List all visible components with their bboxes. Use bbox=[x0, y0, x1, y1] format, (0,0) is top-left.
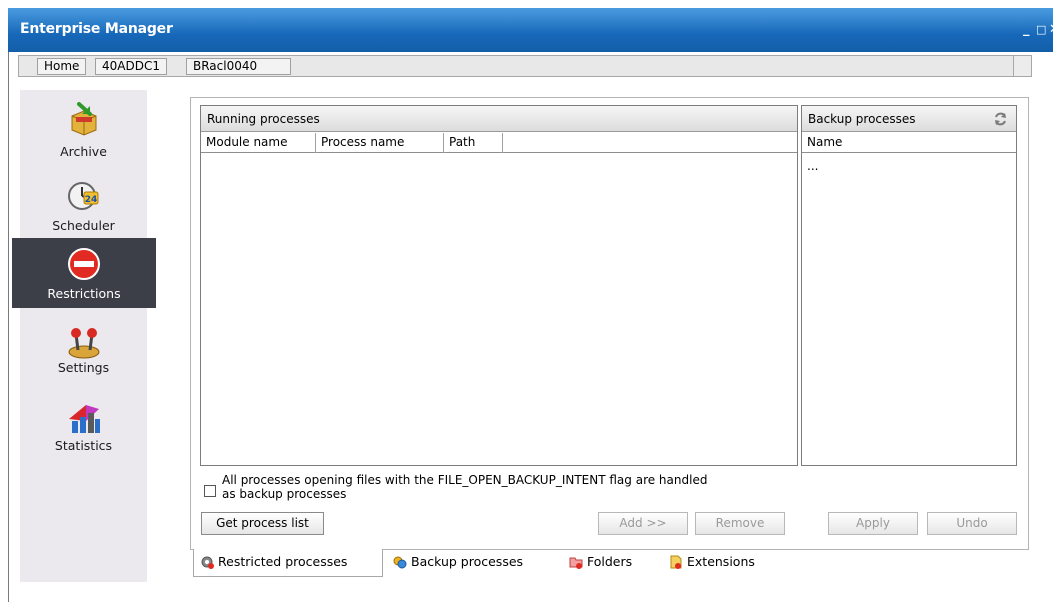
column-process-name[interactable]: Process name bbox=[316, 133, 444, 153]
backup-processes-icon bbox=[393, 556, 407, 569]
list-item[interactable]: ... bbox=[807, 159, 818, 173]
backup-processes-title: Backup processes bbox=[808, 112, 916, 126]
add-button[interactable]: Add >> bbox=[598, 512, 688, 535]
get-process-list-button[interactable]: Get process list bbox=[201, 512, 324, 535]
restrictions-content: Running processes Module name Process na… bbox=[190, 97, 1029, 550]
sidebar: Archive 24 Scheduler Restrictions Settin… bbox=[12, 90, 156, 582]
extensions-icon bbox=[670, 555, 682, 569]
tab-backup-processes[interactable]: Backup processes bbox=[387, 549, 557, 577]
archive-box-icon bbox=[71, 102, 96, 136]
sidebar-item-restrictions[interactable]: Restrictions bbox=[12, 238, 156, 308]
backup-intent-label-line1: All processes opening files with the FIL… bbox=[222, 473, 708, 487]
close-button[interactable]: ✕ bbox=[1049, 22, 1053, 37]
svg-text:24: 24 bbox=[84, 195, 97, 205]
backup-intent-label: All processes opening files with the FIL… bbox=[222, 473, 742, 501]
tab-label: Extensions bbox=[687, 554, 755, 569]
backup-intent-label-line2: as backup processes bbox=[222, 487, 347, 501]
window-titlebar: Enterprise Manager _ □ ✕ bbox=[8, 8, 1053, 52]
sidebar-item-archive[interactable]: Archive bbox=[20, 98, 147, 162]
column-name[interactable]: Name bbox=[802, 133, 1016, 153]
no-entry-icon bbox=[68, 248, 100, 280]
sidebar-item-statistics[interactable]: Statistics bbox=[20, 395, 147, 459]
restricted-processes-icon bbox=[201, 556, 214, 569]
running-processes-columns: Module name Process name Path bbox=[201, 133, 797, 153]
clock-24-icon: 24 bbox=[67, 182, 98, 210]
apply-button[interactable]: Apply bbox=[828, 512, 918, 535]
statistics-chart-icon bbox=[68, 405, 100, 433]
tab-bar: Restricted processes Backup processes Fo… bbox=[193, 549, 793, 577]
sidebar-item-label: Archive bbox=[60, 144, 107, 159]
running-processes-header: Running processes bbox=[201, 106, 797, 132]
sidebar-item-label: Scheduler bbox=[52, 218, 115, 233]
window-title: Enterprise Manager bbox=[20, 21, 173, 37]
column-module-name[interactable]: Module name bbox=[201, 133, 316, 153]
tab-restricted-processes[interactable]: Restricted processes bbox=[193, 549, 383, 577]
tab-folders[interactable]: Folders bbox=[563, 549, 663, 577]
remove-button[interactable]: Remove bbox=[695, 512, 785, 535]
sidebar-item-label: Settings bbox=[57, 360, 110, 375]
breadcrumb-node[interactable]: BRacl0040 bbox=[186, 58, 291, 75]
sidebar-item-label: Statistics bbox=[54, 438, 113, 453]
tab-extensions[interactable]: Extensions bbox=[663, 549, 783, 577]
folders-icon bbox=[569, 557, 583, 569]
minimize-button[interactable]: _ bbox=[1023, 22, 1030, 37]
maximize-button[interactable]: □ bbox=[1036, 23, 1046, 36]
backup-intent-checkbox[interactable] bbox=[204, 485, 216, 497]
breadcrumb-server[interactable]: 40ADDC1 bbox=[95, 58, 167, 75]
backup-processes-columns: Name bbox=[802, 133, 1016, 153]
tab-label: Folders bbox=[587, 554, 633, 569]
tab-label: Restricted processes bbox=[218, 554, 348, 569]
backup-processes-panel: Backup processes Name ... bbox=[801, 105, 1017, 466]
breadcrumb-home[interactable]: Home bbox=[37, 58, 87, 75]
tab-label: Backup processes bbox=[411, 554, 524, 569]
running-processes-panel: Running processes Module name Process na… bbox=[200, 105, 798, 466]
running-processes-list[interactable] bbox=[201, 154, 797, 465]
sidebar-item-label: Restrictions bbox=[47, 286, 121, 301]
window-frame-left bbox=[8, 52, 9, 602]
undo-button[interactable]: Undo bbox=[927, 512, 1017, 535]
backup-processes-header: Backup processes bbox=[802, 106, 1016, 132]
refresh-icon[interactable] bbox=[993, 112, 1008, 126]
sidebar-item-settings[interactable]: Settings bbox=[20, 320, 147, 384]
column-path[interactable]: Path bbox=[444, 133, 503, 153]
breadcrumb-end-cap bbox=[1013, 56, 1031, 76]
sidebar-item-scheduler[interactable]: 24 Scheduler bbox=[20, 172, 147, 236]
breadcrumb: Home 40ADDC1 BRacl0040 bbox=[18, 55, 1032, 77]
joystick-icon bbox=[68, 328, 99, 359]
